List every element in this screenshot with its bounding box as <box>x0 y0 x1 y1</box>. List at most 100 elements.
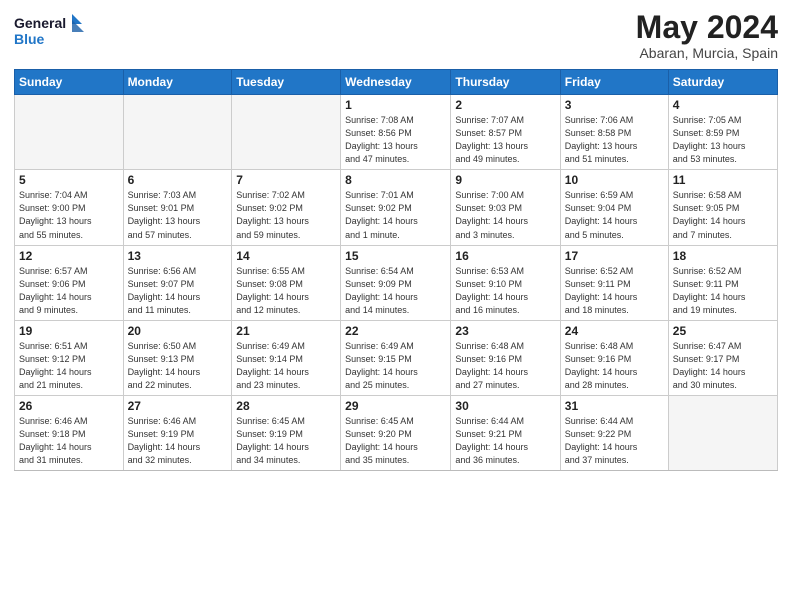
day-info: Sunrise: 6:59 AM Sunset: 9:04 PM Dayligh… <box>565 189 664 241</box>
calendar-cell-w4-d2: 20Sunrise: 6:50 AM Sunset: 9:13 PM Dayli… <box>123 320 232 395</box>
col-monday: Monday <box>123 70 232 95</box>
calendar-cell-w5-d2: 27Sunrise: 6:46 AM Sunset: 9:19 PM Dayli… <box>123 395 232 470</box>
calendar-cell-w5-d7 <box>668 395 777 470</box>
day-info: Sunrise: 6:49 AM Sunset: 9:14 PM Dayligh… <box>236 340 336 392</box>
calendar-cell-w1-d5: 2Sunrise: 7:07 AM Sunset: 8:57 PM Daylig… <box>451 95 560 170</box>
day-info: Sunrise: 6:44 AM Sunset: 9:22 PM Dayligh… <box>565 415 664 467</box>
day-number: 13 <box>128 249 228 263</box>
calendar-cell-w2-d5: 9 Sunrise: 7:00 AM Sunset: 9:03 PM Daylig… <box>451 170 560 245</box>
page: General Blue May 2024 Abaran, Murcia, Sp… <box>0 0 792 612</box>
day-info: Sunrise: 6:56 AM Sunset: 9:07 PM Dayligh… <box>128 265 228 317</box>
week-row-3: 12 Sunrise: 6:57 AM Sunset: 9:06 PM Dayli… <box>15 245 778 320</box>
week-row-1: 1Sunrise: 7:08 AM Sunset: 8:56 PM Daylig… <box>15 95 778 170</box>
calendar-cell-w3-d7: 18 Sunrise: 6:52 AM Sunset: 9:11 PM Dayli… <box>668 245 777 320</box>
day-info: Sunrise: 6:48 AM Sunset: 9:16 PM Dayligh… <box>565 340 664 392</box>
day-info: Sunrise: 6:52 AM Sunset: 9:11 PM Dayligh… <box>673 265 773 317</box>
calendar-cell-w3-d1: 12 Sunrise: 6:57 AM Sunset: 9:06 PM Dayli… <box>15 245 124 320</box>
day-info: Sunrise: 6:46 AM Sunset: 9:18 PM Dayligh… <box>19 415 119 467</box>
calendar-cell-w5-d5: 30 Sunrise: 6:44 AM Sunset: 9:21 PM Dayli… <box>451 395 560 470</box>
logo: General Blue <box>14 10 84 52</box>
day-number: 9 <box>455 173 555 187</box>
day-info: Sunrise: 7:02 AM Sunset: 9:02 PM Dayligh… <box>236 189 336 241</box>
day-number: 16 <box>455 249 555 263</box>
calendar-cell-w5-d6: 31 Sunrise: 6:44 AM Sunset: 9:22 PM Dayli… <box>560 395 668 470</box>
calendar-cell-w1-d7: 4 Sunrise: 7:05 AM Sunset: 8:59 PM Daylig… <box>668 95 777 170</box>
day-number: 15 <box>345 249 446 263</box>
day-number: 25 <box>673 324 773 338</box>
col-thursday: Thursday <box>451 70 560 95</box>
day-number: 19 <box>19 324 119 338</box>
svg-text:Blue: Blue <box>14 31 45 47</box>
col-tuesday: Tuesday <box>232 70 341 95</box>
day-info: Sunrise: 6:45 AM Sunset: 9:19 PM Dayligh… <box>236 415 336 467</box>
day-number: 24 <box>565 324 664 338</box>
day-number: 30 <box>455 399 555 413</box>
calendar-cell-w3-d3: 14 Sunrise: 6:55 AM Sunset: 9:08 PM Dayli… <box>232 245 341 320</box>
calendar-cell-w3-d2: 13 Sunrise: 6:56 AM Sunset: 9:07 PM Dayli… <box>123 245 232 320</box>
header-row: Sunday Monday Tuesday Wednesday Thursday… <box>15 70 778 95</box>
day-info: Sunrise: 6:55 AM Sunset: 9:08 PM Dayligh… <box>236 265 336 317</box>
day-info: Sunrise: 7:03 AM Sunset: 9:01 PM Dayligh… <box>128 189 228 241</box>
day-number: 5 <box>19 173 119 187</box>
calendar-cell-w2-d2: 6 Sunrise: 7:03 AM Sunset: 9:01 PM Daylig… <box>123 170 232 245</box>
day-number: 18 <box>673 249 773 263</box>
calendar-cell-w3-d6: 17 Sunrise: 6:52 AM Sunset: 9:11 PM Dayli… <box>560 245 668 320</box>
day-info: Sunrise: 7:00 AM Sunset: 9:03 PM Dayligh… <box>455 189 555 241</box>
col-friday: Friday <box>560 70 668 95</box>
day-number: 7 <box>236 173 336 187</box>
day-number: 6 <box>128 173 228 187</box>
day-info: Sunrise: 6:51 AM Sunset: 9:12 PM Dayligh… <box>19 340 119 392</box>
day-info: Sunrise: 6:47 AM Sunset: 9:17 PM Dayligh… <box>673 340 773 392</box>
calendar-cell-w2-d3: 7 Sunrise: 7:02 AM Sunset: 9:02 PM Daylig… <box>232 170 341 245</box>
day-info: Sunrise: 6:52 AM Sunset: 9:11 PM Dayligh… <box>565 265 664 317</box>
header: General Blue May 2024 Abaran, Murcia, Sp… <box>14 10 778 61</box>
day-number: 28 <box>236 399 336 413</box>
calendar-cell-w4-d4: 22Sunrise: 6:49 AM Sunset: 9:15 PM Dayli… <box>341 320 451 395</box>
month-year: May 2024 <box>636 10 778 45</box>
calendar-cell-w2-d7: 11Sunrise: 6:58 AM Sunset: 9:05 PM Dayli… <box>668 170 777 245</box>
day-info: Sunrise: 6:53 AM Sunset: 9:10 PM Dayligh… <box>455 265 555 317</box>
svg-text:General: General <box>14 15 66 31</box>
day-number: 29 <box>345 399 446 413</box>
calendar-cell-w1-d3 <box>232 95 341 170</box>
day-number: 26 <box>19 399 119 413</box>
day-number: 10 <box>565 173 664 187</box>
week-row-4: 19 Sunrise: 6:51 AM Sunset: 9:12 PM Dayli… <box>15 320 778 395</box>
col-wednesday: Wednesday <box>341 70 451 95</box>
calendar-cell-w3-d5: 16 Sunrise: 6:53 AM Sunset: 9:10 PM Dayli… <box>451 245 560 320</box>
day-info: Sunrise: 6:49 AM Sunset: 9:15 PM Dayligh… <box>345 340 446 392</box>
day-info: Sunrise: 6:54 AM Sunset: 9:09 PM Dayligh… <box>345 265 446 317</box>
calendar-cell-w1-d1 <box>15 95 124 170</box>
day-info: Sunrise: 6:57 AM Sunset: 9:06 PM Dayligh… <box>19 265 119 317</box>
calendar-cell-w1-d4: 1Sunrise: 7:08 AM Sunset: 8:56 PM Daylig… <box>341 95 451 170</box>
day-info: Sunrise: 7:05 AM Sunset: 8:59 PM Dayligh… <box>673 114 773 166</box>
day-number: 2 <box>455 98 555 112</box>
calendar: Sunday Monday Tuesday Wednesday Thursday… <box>14 69 778 471</box>
calendar-cell-w1-d6: 3 Sunrise: 7:06 AM Sunset: 8:58 PM Daylig… <box>560 95 668 170</box>
calendar-cell-w4-d7: 25 Sunrise: 6:47 AM Sunset: 9:17 PM Dayli… <box>668 320 777 395</box>
day-info: Sunrise: 6:48 AM Sunset: 9:16 PM Dayligh… <box>455 340 555 392</box>
day-info: Sunrise: 7:06 AM Sunset: 8:58 PM Dayligh… <box>565 114 664 166</box>
day-number: 12 <box>19 249 119 263</box>
day-info: Sunrise: 6:44 AM Sunset: 9:21 PM Dayligh… <box>455 415 555 467</box>
day-number: 4 <box>673 98 773 112</box>
logo-svg: General Blue <box>14 10 84 52</box>
calendar-cell-w2-d6: 10 Sunrise: 6:59 AM Sunset: 9:04 PM Dayli… <box>560 170 668 245</box>
day-number: 1 <box>345 98 446 112</box>
day-number: 31 <box>565 399 664 413</box>
day-info: Sunrise: 7:01 AM Sunset: 9:02 PM Dayligh… <box>345 189 446 241</box>
title-block: May 2024 Abaran, Murcia, Spain <box>636 10 778 61</box>
calendar-cell-w5-d1: 26 Sunrise: 6:46 AM Sunset: 9:18 PM Dayli… <box>15 395 124 470</box>
day-number: 11 <box>673 173 773 187</box>
calendar-cell-w3-d4: 15 Sunrise: 6:54 AM Sunset: 9:09 PM Dayli… <box>341 245 451 320</box>
day-number: 3 <box>565 98 664 112</box>
day-number: 17 <box>565 249 664 263</box>
day-number: 21 <box>236 324 336 338</box>
calendar-cell-w4-d5: 23Sunrise: 6:48 AM Sunset: 9:16 PM Dayli… <box>451 320 560 395</box>
week-row-2: 5 Sunrise: 7:04 AM Sunset: 9:00 PM Daylig… <box>15 170 778 245</box>
calendar-cell-w5-d4: 29Sunrise: 6:45 AM Sunset: 9:20 PM Dayli… <box>341 395 451 470</box>
calendar-cell-w2-d4: 8Sunrise: 7:01 AM Sunset: 9:02 PM Daylig… <box>341 170 451 245</box>
col-sunday: Sunday <box>15 70 124 95</box>
day-info: Sunrise: 7:04 AM Sunset: 9:00 PM Dayligh… <box>19 189 119 241</box>
day-number: 14 <box>236 249 336 263</box>
